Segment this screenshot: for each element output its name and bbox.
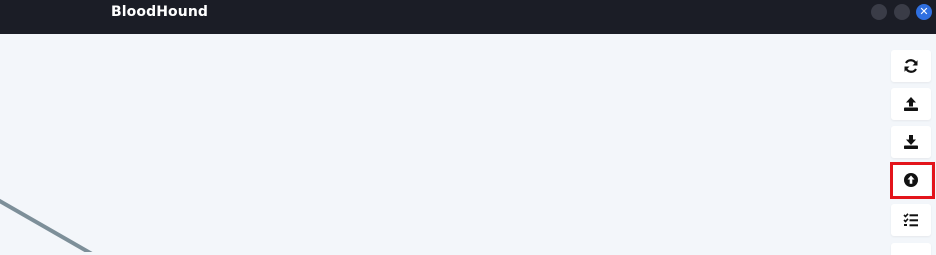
minimize-button[interactable] [871, 4, 887, 20]
close-icon: ✕ [919, 5, 929, 18]
refresh-button[interactable] [891, 50, 931, 82]
graph-canvas[interactable] [0, 34, 936, 252]
toolbar-button-partial[interactable] [891, 243, 931, 255]
graph-edge [0, 198, 93, 252]
title-bar: BloodHound ✕ [0, 0, 936, 34]
export-graph-button[interactable] [891, 126, 931, 158]
arrow-circle-up-icon [903, 172, 919, 188]
upload-icon [903, 96, 919, 112]
import-graph-button[interactable] [891, 164, 931, 196]
upload-data-button[interactable] [891, 88, 931, 120]
maximize-button[interactable] [894, 4, 910, 20]
refresh-icon [903, 58, 919, 74]
download-icon [903, 134, 919, 150]
list-check-icon [903, 212, 919, 228]
queries-button[interactable] [891, 204, 931, 236]
close-button[interactable]: ✕ [916, 4, 932, 20]
window-title: BloodHound [111, 4, 209, 20]
